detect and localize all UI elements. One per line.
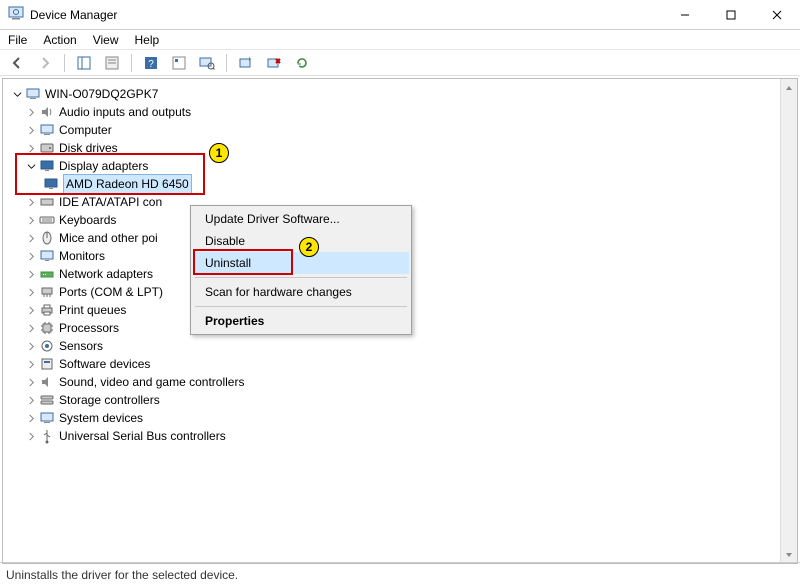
computer-icon [25, 86, 41, 102]
chevron-right-icon[interactable] [25, 232, 37, 244]
monitor-icon [39, 248, 55, 264]
menu-file[interactable]: File [8, 33, 27, 47]
cpu-icon [39, 320, 55, 336]
menu-action[interactable]: Action [43, 33, 76, 47]
tree-item[interactable]: Sensors [11, 337, 797, 355]
tree-root-label: WIN-O079DQ2GPK7 [45, 85, 158, 103]
tree-item-label: Mice and other poi [59, 229, 158, 247]
chevron-right-icon[interactable] [25, 106, 37, 118]
chevron-right-icon[interactable] [25, 394, 37, 406]
scrollbar-vertical[interactable] [780, 79, 797, 563]
tree-item-label: Storage controllers [59, 391, 160, 409]
tree-panel: WIN-O079DQ2GPK7 Audio inputs and outputs… [2, 78, 798, 564]
mouse-icon [39, 230, 55, 246]
tree-item-label: Sound, video and game controllers [59, 373, 244, 391]
keyboard-icon [39, 212, 55, 228]
menu-view[interactable]: View [93, 33, 119, 47]
storage-icon [39, 392, 55, 408]
ctx-properties[interactable]: Properties [193, 310, 409, 332]
chevron-right-icon[interactable] [25, 124, 37, 136]
app-icon [8, 5, 24, 24]
chevron-right-icon[interactable] [25, 304, 37, 316]
tree-item-label: Processors [59, 319, 119, 337]
usb-icon [39, 428, 55, 444]
tree-item-label: Ports (COM & LPT) [59, 283, 163, 301]
menubar: File Action View Help [0, 30, 800, 50]
menu-help[interactable]: Help [135, 33, 160, 47]
chevron-right-icon[interactable] [25, 250, 37, 262]
tree-item-label: System devices [59, 409, 143, 427]
separator [195, 306, 407, 307]
properties-button[interactable] [101, 52, 123, 74]
update-driver-button[interactable] [235, 52, 257, 74]
chevron-right-icon[interactable] [25, 430, 37, 442]
separator [195, 277, 407, 278]
show-hide-tree-button[interactable] [73, 52, 95, 74]
annotation-1: 1 [209, 143, 229, 163]
tree-item[interactable]: Audio inputs and outputs [11, 103, 797, 121]
tree-item[interactable]: System devices [11, 409, 797, 427]
svg-text:?: ? [148, 59, 154, 70]
scroll-down-button[interactable] [781, 546, 797, 563]
computer-icon [39, 122, 55, 138]
tree-item[interactable]: Sound, video and game controllers [11, 373, 797, 391]
tree-item-label: IDE ATA/ATAPI con [59, 193, 162, 211]
annotation-box-1 [15, 153, 205, 195]
audio-icon [39, 104, 55, 120]
tree-item-label: Software devices [59, 355, 150, 373]
tree-item[interactable]: Storage controllers [11, 391, 797, 409]
ide-icon [39, 194, 55, 210]
titlebar: Device Manager [0, 0, 800, 30]
port-icon [39, 284, 55, 300]
tree-item-label: Sensors [59, 337, 103, 355]
tree-item[interactable]: Universal Serial Bus controllers [11, 427, 797, 445]
back-button[interactable] [6, 52, 28, 74]
statusbar: Uninstalls the driver for the selected d… [0, 562, 800, 586]
chevron-right-icon[interactable] [25, 340, 37, 352]
audio-icon [39, 374, 55, 390]
tree-item-label: Computer [59, 121, 112, 139]
tree-item[interactable]: Computer [11, 121, 797, 139]
tree-item[interactable]: Software devices [11, 355, 797, 373]
chevron-right-icon[interactable] [25, 376, 37, 388]
status-text: Uninstalls the driver for the selected d… [6, 568, 238, 582]
ctx-scan[interactable]: Scan for hardware changes [193, 281, 409, 303]
chevron-right-icon[interactable] [25, 286, 37, 298]
tree-item-label: Print queues [59, 301, 126, 319]
refresh-button[interactable] [291, 52, 313, 74]
tree-item-label: Audio inputs and outputs [59, 103, 191, 121]
uninstall-button[interactable] [263, 52, 285, 74]
tree-item-label: Network adapters [59, 265, 153, 283]
maximize-button[interactable] [708, 0, 754, 29]
tree-root[interactable]: WIN-O079DQ2GPK7 [11, 85, 797, 103]
sensor-icon [39, 338, 55, 354]
printer-icon [39, 302, 55, 318]
forward-button[interactable] [34, 52, 56, 74]
scan-hardware-button[interactable] [196, 52, 218, 74]
software-icon [39, 356, 55, 372]
system-icon [39, 410, 55, 426]
chevron-right-icon[interactable] [25, 196, 37, 208]
annotation-2: 2 [299, 237, 319, 257]
tree-item-label: Universal Serial Bus controllers [59, 427, 226, 445]
chevron-right-icon[interactable] [25, 268, 37, 280]
help-button[interactable]: ? [140, 52, 162, 74]
minimize-button[interactable] [662, 0, 708, 29]
scroll-up-button[interactable] [781, 79, 797, 96]
toolbar: ? [0, 50, 800, 76]
chevron-right-icon[interactable] [25, 322, 37, 334]
annotation-box-2 [193, 249, 293, 275]
tree-item-label: Monitors [59, 247, 105, 265]
close-button[interactable] [754, 0, 800, 29]
chevron-right-icon[interactable] [25, 214, 37, 226]
options-button[interactable] [168, 52, 190, 74]
chevron-down-icon[interactable] [11, 88, 23, 100]
chevron-right-icon[interactable] [25, 358, 37, 370]
chevron-right-icon[interactable] [25, 412, 37, 424]
window-title: Device Manager [30, 8, 117, 22]
network-icon [39, 266, 55, 282]
tree-item-label: Keyboards [59, 211, 116, 229]
ctx-update-driver[interactable]: Update Driver Software... [193, 208, 409, 230]
